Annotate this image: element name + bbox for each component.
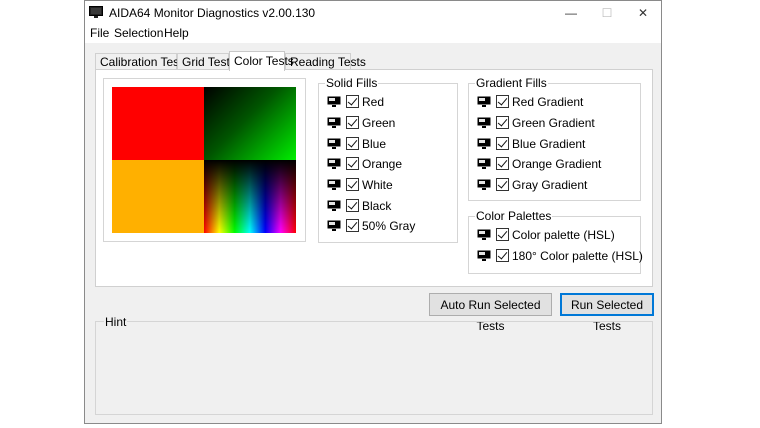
menu-help[interactable]: Help (164, 26, 189, 40)
tab-color-tests[interactable]: Color Tests (229, 51, 294, 71)
maximize-icon: ☐ (601, 6, 613, 20)
option-label: Blue (362, 137, 387, 151)
monitor-icon (477, 158, 491, 169)
checkbox-blue[interactable] (346, 137, 359, 150)
checkbox-orange[interactable] (346, 157, 359, 170)
monitor-icon (477, 179, 491, 190)
monitor-icon (327, 200, 341, 211)
menu-file[interactable]: File (90, 26, 109, 40)
menu-selection[interactable]: Selection (114, 26, 163, 40)
checkbox-red-gradient[interactable] (496, 95, 509, 108)
monitor-icon (327, 138, 341, 149)
option-label: White (362, 178, 393, 192)
gradient-fills-group: Gradient Fills Red Gradient Green Gradie… (468, 76, 641, 201)
tab-grid-tests[interactable]: Grid Tests (177, 53, 236, 70)
color-tests-panel: Solid Fills Red Green Blue Orange White … (95, 69, 653, 287)
option-label: Color palette (HSL) (512, 228, 615, 242)
monitor-icon (477, 96, 491, 107)
checkbox-180-color-palette-hsl[interactable] (496, 249, 509, 262)
menu-bar: File Selection Help (85, 25, 661, 43)
option-label: Orange (362, 157, 403, 171)
checkbox-color-palette-hsl[interactable] (496, 228, 509, 241)
monitor-icon (327, 158, 341, 169)
monitor-icon (327, 179, 341, 190)
run-selected-tests-button[interactable]: Run Selected Tests (560, 293, 654, 333)
checkbox-black[interactable] (346, 199, 359, 212)
option-label: Red (362, 95, 385, 109)
checkbox-50-gray[interactable] (346, 219, 359, 232)
option-label: 180° Color palette (HSL) (512, 249, 643, 263)
auto-run-selected-tests-button[interactable]: Auto Run Selected Tests (429, 293, 552, 333)
option-label: Green Gradient (512, 116, 595, 130)
monitor-icon (327, 96, 341, 107)
monitor-icon (477, 229, 491, 240)
solid-fills-group: Solid Fills Red Green Blue Orange White … (318, 76, 458, 243)
monitor-icon (327, 117, 341, 128)
option-label: Black (362, 199, 392, 213)
maximize-button[interactable]: ☐ (589, 1, 625, 25)
monitor-icon (477, 138, 491, 149)
checkbox-green[interactable] (346, 116, 359, 129)
checkbox-red[interactable] (346, 95, 359, 108)
window-title: AIDA64 Monitor Diagnostics v2.00.130 (109, 6, 316, 20)
preview-green-gradient-swatch (204, 87, 296, 160)
hint-box: Hint (95, 315, 653, 415)
monitor-app-icon (89, 6, 103, 18)
preview-orange-swatch (112, 160, 204, 233)
checkbox-white[interactable] (346, 178, 359, 191)
tab-calibration-tests[interactable]: Calibration Tests (95, 53, 189, 70)
minimize-icon: — (565, 6, 577, 20)
close-button[interactable]: ✕ (625, 1, 661, 25)
color-preview (103, 78, 306, 242)
option-label: 50% Gray (362, 219, 416, 233)
tab-reading-tests[interactable]: Reading Tests (285, 53, 366, 70)
color-palettes-title: Color Palettes (475, 209, 553, 223)
checkbox-blue-gradient[interactable] (496, 137, 509, 150)
option-label: Orange Gradient (512, 157, 602, 171)
color-palettes-group: Color Palettes Color palette (HSL) 180° … (468, 209, 643, 274)
solid-fills-title: Solid Fills (325, 76, 379, 90)
gradient-fills-title: Gradient Fills (475, 76, 548, 90)
option-label: Gray Gradient (512, 178, 588, 192)
minimize-button[interactable]: — (553, 1, 589, 25)
app-window: AIDA64 Monitor Diagnostics v2.00.130 — ☐… (84, 0, 662, 424)
preview-red-swatch (112, 87, 204, 160)
monitor-icon (477, 250, 491, 261)
option-label: Blue Gradient (512, 137, 586, 151)
preview-hsl-palette-swatch (204, 160, 296, 233)
hint-title: Hint (104, 315, 128, 329)
checkbox-orange-gradient[interactable] (496, 157, 509, 170)
monitor-icon (477, 117, 491, 128)
option-label: Red Gradient (512, 95, 584, 109)
option-label: Green (362, 116, 396, 130)
monitor-icon (327, 220, 341, 231)
checkbox-green-gradient[interactable] (496, 116, 509, 129)
checkbox-gray-gradient[interactable] (496, 178, 509, 191)
title-bar[interactable]: AIDA64 Monitor Diagnostics v2.00.130 — ☐… (85, 1, 661, 25)
close-icon: ✕ (637, 6, 649, 20)
